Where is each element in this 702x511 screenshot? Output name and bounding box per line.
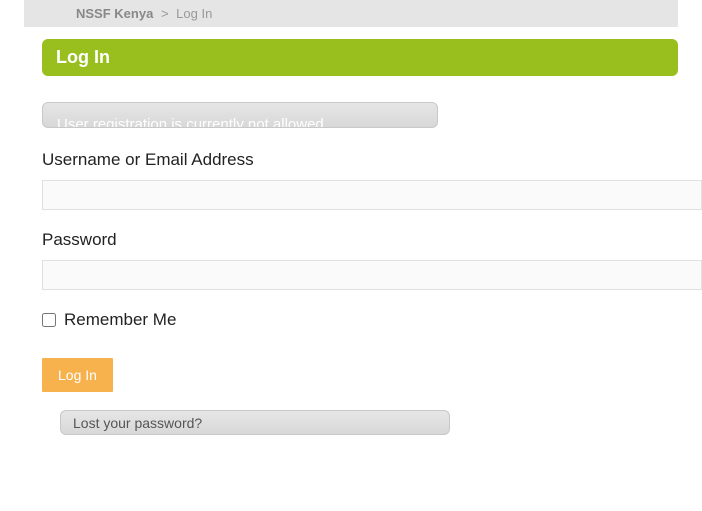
registration-notice-text: User registration is currently not allow… [57,116,328,128]
password-label: Password [42,230,678,250]
login-button[interactable]: Log In [42,358,113,392]
username-label: Username or Email Address [42,150,678,170]
page-title: Log In [42,39,678,76]
lost-password-box: Lost your password? [60,410,450,435]
username-input[interactable] [42,180,702,210]
breadcrumb-separator: > [161,6,169,21]
breadcrumb: NSSF Kenya > Log In [24,0,678,27]
password-input[interactable] [42,260,702,290]
registration-notice: User registration is currently not allow… [42,102,438,128]
breadcrumb-site[interactable]: NSSF Kenya [76,6,153,21]
remember-checkbox[interactable] [42,313,56,327]
remember-label[interactable]: Remember Me [64,310,176,330]
lost-password-link[interactable]: Lost your password? [73,415,202,431]
breadcrumb-current: Log In [176,6,212,21]
